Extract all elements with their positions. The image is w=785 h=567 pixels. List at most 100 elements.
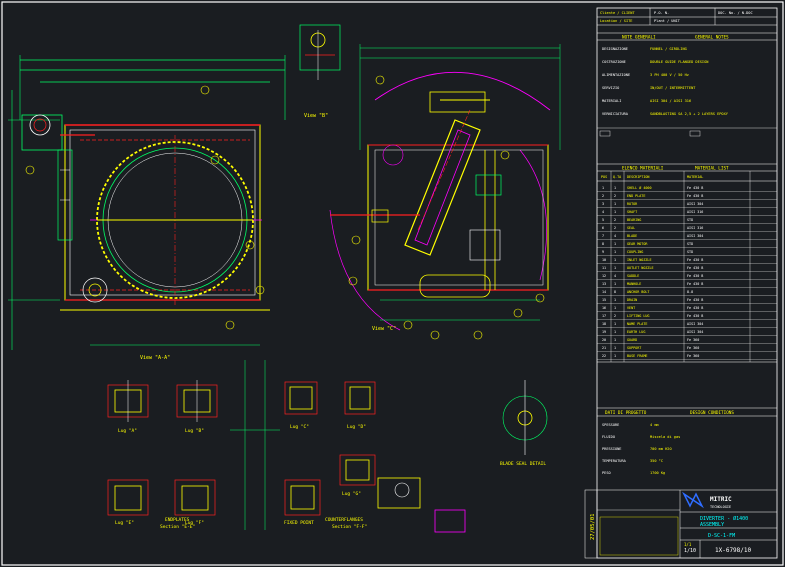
section-ee-label: Section "E-E": [160, 524, 195, 530]
materials-row-qty: 1: [614, 258, 616, 262]
notes-row-label: DESIGNAZIONE: [602, 47, 628, 51]
notes-row-value: FUNNEL / GIRDLING: [650, 47, 687, 51]
materials-row-desc: SHAFT: [627, 210, 637, 214]
side-code: 27/05/01: [590, 514, 596, 541]
materials-row-qty: 1: [614, 338, 616, 342]
materials-row-mat: Fe 430 B: [687, 298, 703, 302]
design-rows: SPESSORE 4 mm FLUIDO Miscela di gas PRESSION…: [602, 423, 680, 475]
materials-row-qty: 1: [614, 322, 616, 326]
materials-row-desc: BEARING: [627, 218, 641, 222]
drawing-title-2: ASSEMBLY: [700, 522, 724, 528]
materials-header-cell: POS: [601, 175, 607, 179]
cad-drawing-sheet: View "A-A" View "B" View "C" Lug "A" Lug…: [0, 0, 785, 567]
design-row-label: SPESSORE: [602, 423, 619, 427]
notes-row-value: AISI 304 / AISI 316: [650, 99, 691, 103]
materials-row-pos: 5: [602, 218, 604, 222]
materials-row-pos: 8: [602, 242, 604, 246]
drawing-scale: 1/10: [684, 548, 696, 554]
materials-row-desc: NAME PLATE: [627, 322, 647, 326]
materials-row-pos: 16: [602, 306, 606, 310]
view-aa-label: View "A-A": [140, 355, 170, 361]
lug-d-label: Lug "D": [347, 424, 366, 430]
materials-row-qty: 2: [614, 314, 616, 318]
materials-row-mat: STD: [687, 250, 693, 254]
materials-row-qty: 4: [614, 234, 616, 238]
materials-row-qty: 1: [614, 354, 616, 358]
materials-row-mat: AISI 304: [687, 234, 703, 238]
doc-label: DOC. No. / N.DOC: [718, 11, 753, 15]
materials-row-desc: SEAL: [627, 226, 635, 230]
materials-row-pos: 1: [602, 186, 604, 190]
materials-header-cell: DESCRIPTION: [627, 175, 649, 179]
materials-row-desc: BASE FRAME: [627, 354, 647, 358]
materials-row-mat: Fe 430 B: [687, 266, 703, 270]
materials-row-desc: INLET NOZZLE: [627, 258, 652, 262]
materials-row-mat: Fe 430 B: [687, 194, 703, 198]
materials-row-mat: Fe 430 B: [687, 186, 703, 190]
notes-row-label: VERNICIATURA: [602, 112, 629, 116]
materials-row-qty: 2: [614, 226, 616, 230]
drawing-number: 1X-6798/10: [715, 547, 752, 554]
materials-row-qty: 8: [614, 290, 616, 294]
materials-row-mat: Fe 430 B: [687, 306, 703, 310]
materials-row-mat: Fe 430 B: [687, 282, 703, 286]
materials-row-pos: 6: [602, 226, 604, 230]
materials-row-pos: 20: [602, 338, 606, 342]
materials-row-qty: 1: [614, 186, 616, 190]
materials-row-qty: 1: [614, 330, 616, 334]
materials-row-pos: 14: [602, 290, 606, 294]
materials-row-qty: 4: [614, 274, 616, 278]
materials-row-qty: 1: [614, 266, 616, 270]
notes-row-label: ALIMENTAZIONE: [602, 73, 630, 77]
drawing-sheet: 1/1: [684, 542, 692, 547]
materials-row-mat: STD: [687, 218, 693, 222]
materials-row-mat: Fe 360: [687, 338, 699, 342]
design-row-value: 1700 Kg: [650, 471, 665, 475]
materials-row-qty: 1: [614, 210, 616, 214]
materials-row-desc: DRAIN: [627, 298, 637, 302]
materials-row-desc: MANHOLE: [627, 282, 641, 286]
materials-row-qty: 1: [614, 298, 616, 302]
materials-row-qty: 1: [614, 346, 616, 350]
materials-row-pos: 13: [602, 282, 606, 286]
design-row-value: 700 mm H2O: [650, 447, 672, 451]
materials-row-mat: Fe 360: [687, 346, 699, 350]
materials-row-desc: SUPPORT: [627, 346, 641, 350]
materials-row-desc: OUTLET NOZZLE: [627, 266, 654, 270]
materials-row-desc: EARTH LUG: [627, 330, 645, 334]
po-label: P.O. N.: [654, 11, 669, 15]
materials-row-pos: 2: [602, 194, 604, 198]
materials-title-en: MATERIAL LIST: [695, 166, 729, 172]
section-ff-label: Section "F-F": [332, 524, 367, 530]
lug-a-label: Lug "A": [118, 428, 137, 434]
drawing-canvas: View "A-A" View "B" View "C" Lug "A" Lug…: [1, 1, 784, 566]
notes-rows: DESIGNAZIONE FUNNEL / GIRDLING COSTRUZIONE…: [602, 47, 729, 116]
view-aa: [8, 55, 286, 350]
materials-row-qty: 1: [614, 282, 616, 286]
materials-row-pos: 3: [602, 202, 604, 206]
design-row-value: Miscela di gas: [650, 435, 680, 439]
materials-row-pos: 15: [602, 298, 606, 302]
view-b-label: View "B": [304, 113, 328, 119]
materials-row-mat: 8.8: [687, 290, 693, 294]
design-row-label: PRESSIONE: [602, 447, 621, 451]
materials-row-desc: VENT: [627, 306, 635, 310]
materials-row-pos: 21: [602, 346, 606, 350]
materials-row-mat: Fe 430 B: [687, 274, 703, 278]
materials-row-pos: 12: [602, 274, 606, 278]
materials-row-mat: AISI 304: [687, 322, 703, 326]
materials-row-pos: 4: [602, 210, 604, 214]
materials-row-mat: AISI 304: [687, 330, 703, 334]
materials-row-pos: 19: [602, 330, 606, 334]
design-row-label: PESO: [602, 471, 611, 475]
design-title-en: DESIGN CONDITIONS: [690, 410, 734, 416]
materials-row-qty: 2: [614, 194, 616, 198]
materials-row-qty: 1: [614, 306, 616, 310]
lug-e-label: Lug "E": [115, 520, 134, 526]
materials-row-pos: 18: [602, 322, 606, 326]
materials-row-desc: BLADE: [627, 234, 637, 238]
design-row-value: 4 mm: [650, 423, 659, 427]
materials-row-pos: 22: [602, 354, 606, 358]
notes-row-value: 3 PH 400 V / 50 Hz: [650, 73, 689, 77]
materials-row-mat: AISI 304: [687, 202, 703, 206]
